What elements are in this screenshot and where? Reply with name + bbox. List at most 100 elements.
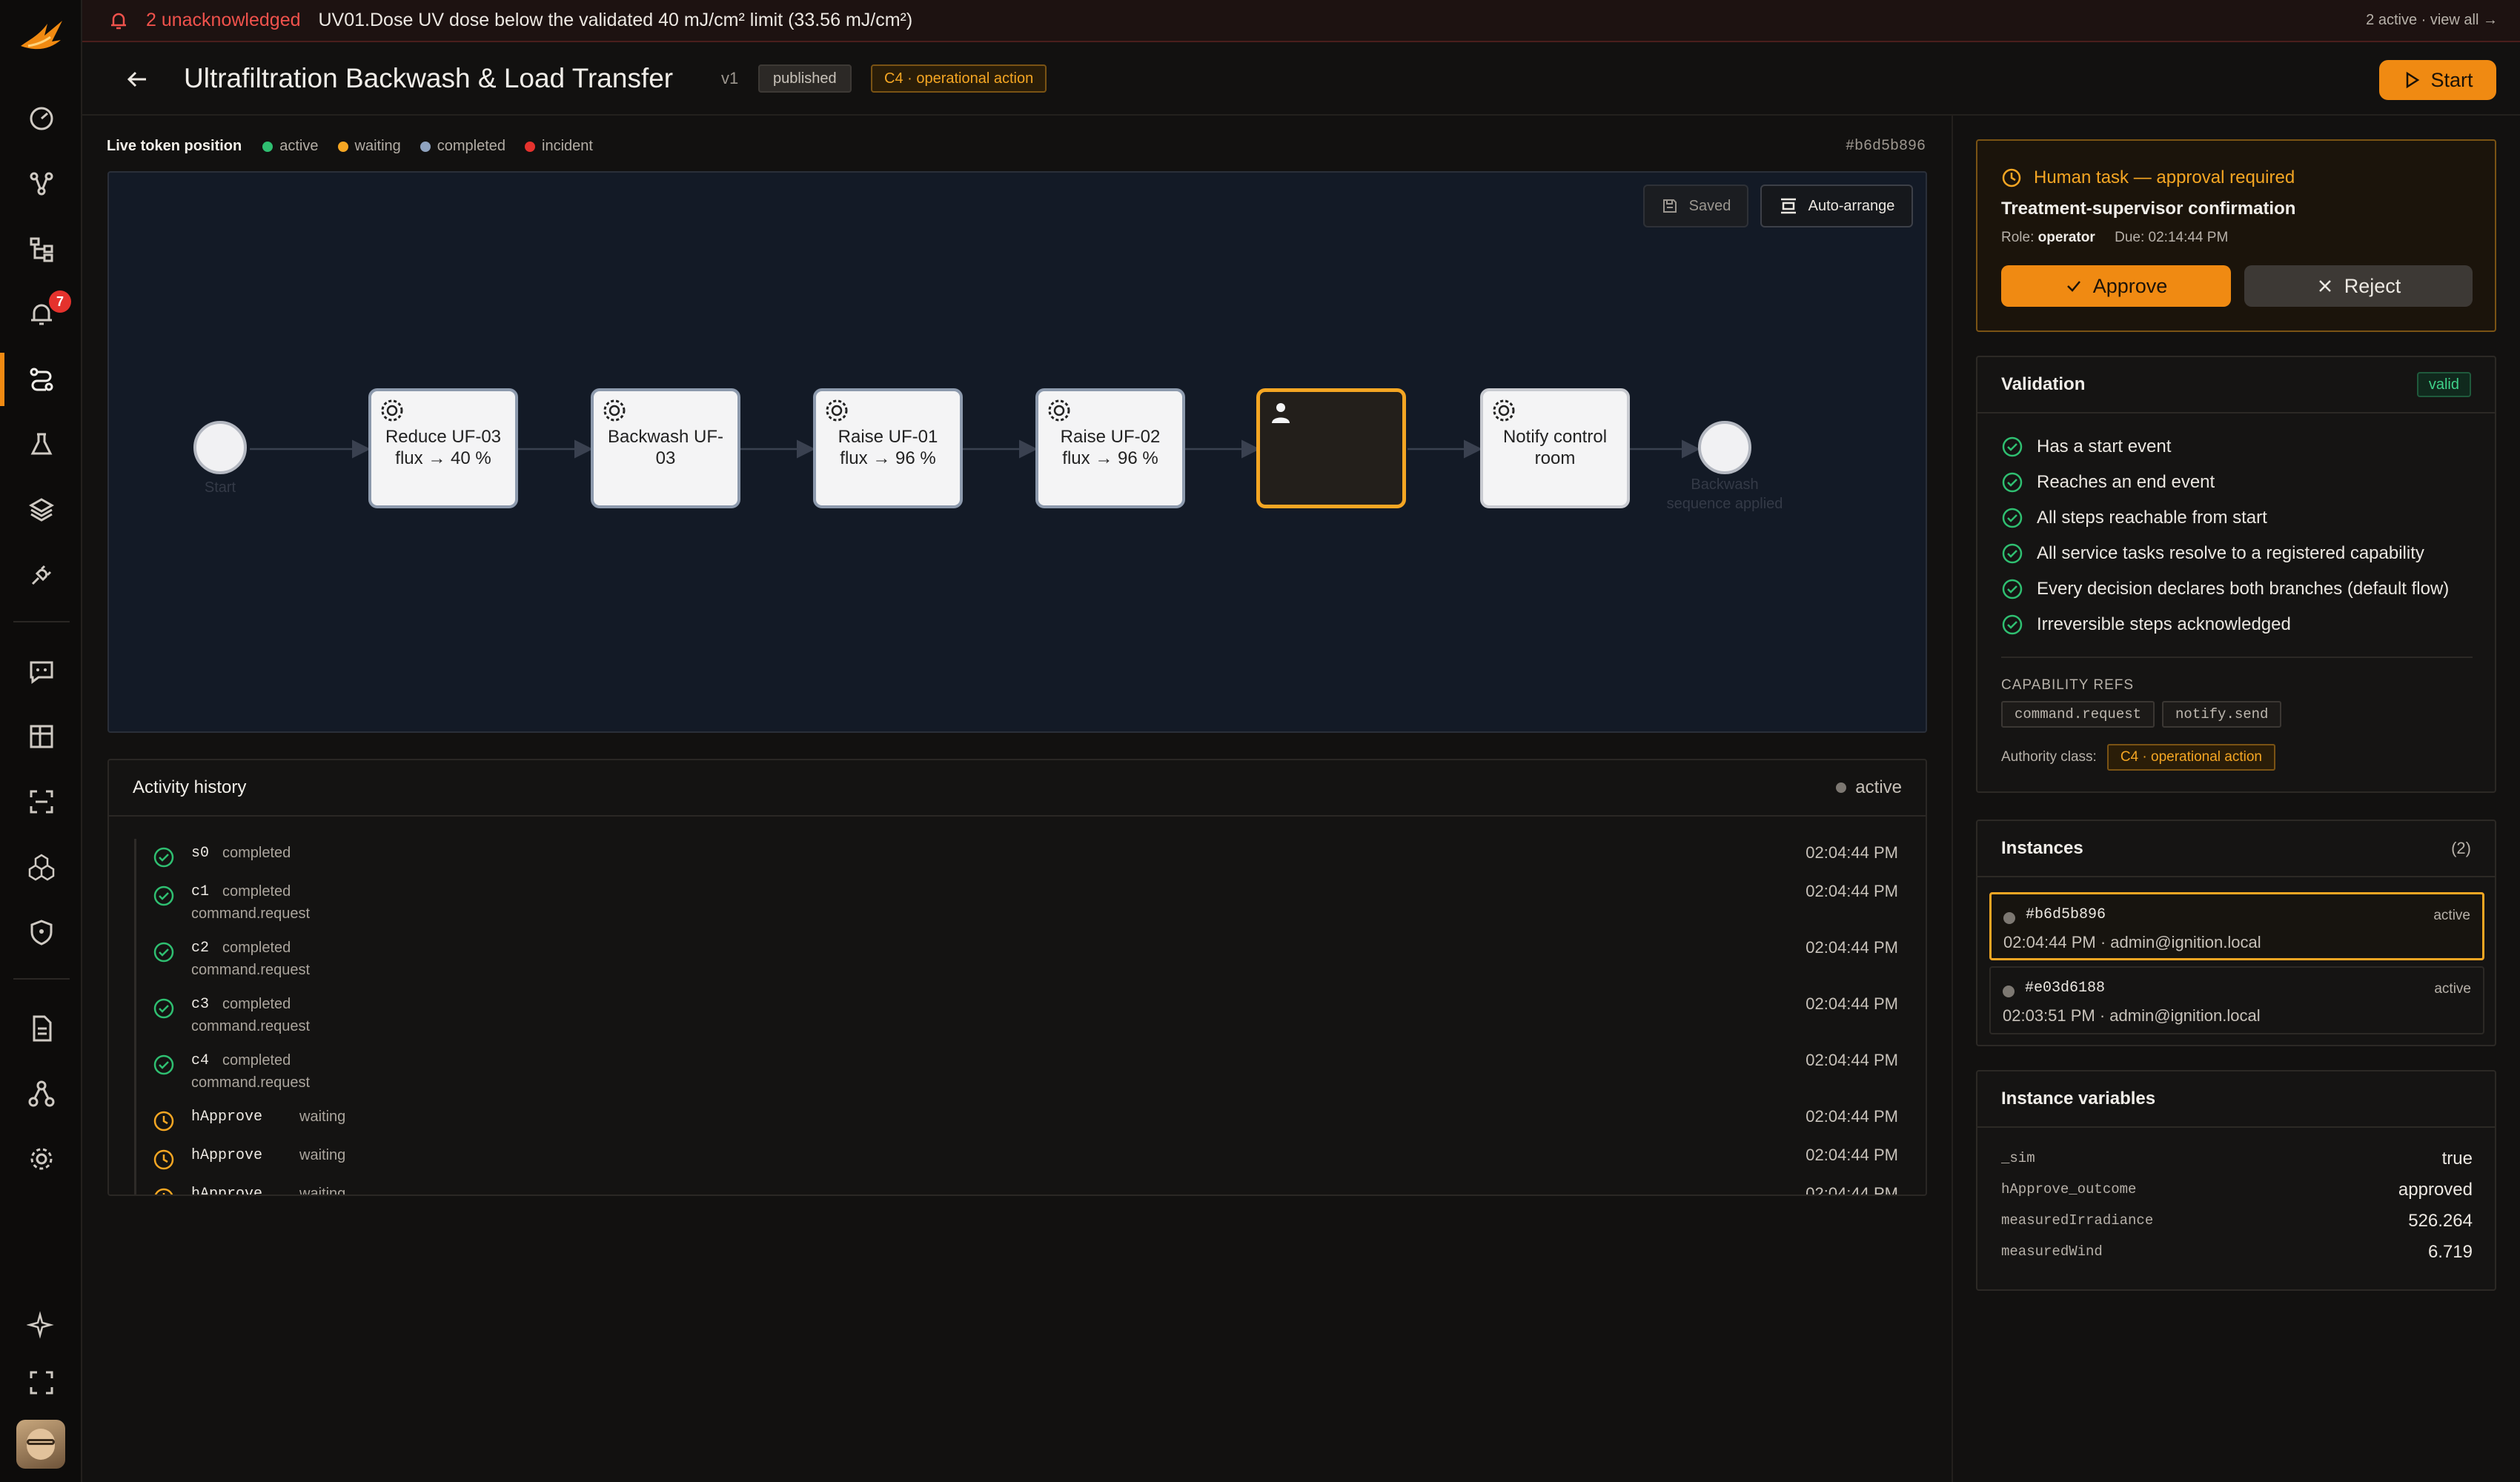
human-task-title: Human task — approval required xyxy=(2001,167,2295,188)
authority-class-label: Authority class: xyxy=(2001,749,2097,765)
task-label-line1: Notify control xyxy=(1502,427,1608,448)
activity-time: 02:04:44 PM xyxy=(1806,843,1898,862)
instance-row[interactable]: #e03d6188 active 02:03:51 PM · admin@ign… xyxy=(1989,966,2484,1034)
clock-icon xyxy=(153,1111,174,1132)
activity-step-status: completed xyxy=(222,1052,291,1069)
scan-icon[interactable] xyxy=(27,787,56,817)
capability-tag: notify.send xyxy=(2162,701,2282,728)
back-arrow-icon[interactable] xyxy=(124,66,150,93)
activity-step-id: c4 xyxy=(191,1052,210,1069)
instance-meta: 02:04:44 PM · admin@ignition.local xyxy=(2003,933,2261,951)
activity-step-id: hApprove xyxy=(191,1186,263,1196)
document-icon[interactable] xyxy=(27,1014,56,1043)
task-label-line1: Raise UF-02 xyxy=(1060,427,1161,448)
instance-hash: #b6d5b896 xyxy=(1846,138,1926,155)
activity-row: hApprove waiting 02:04:44 PM xyxy=(136,1141,1906,1180)
instances-count: (2) xyxy=(2451,839,2471,857)
activity-time: 02:04:44 PM xyxy=(1806,1107,1898,1126)
check-circle-icon xyxy=(2002,543,2023,564)
activity-step-status: completed xyxy=(222,845,291,861)
instance-row-selected[interactable]: #b6d5b896 active 02:04:44 PM · admin@ign… xyxy=(1989,892,2484,960)
network-icon[interactable] xyxy=(27,1079,56,1109)
capability-tag: command.request xyxy=(2001,701,2155,728)
activity-capability: command.request xyxy=(191,1018,311,1034)
workflow-icon[interactable] xyxy=(27,365,56,394)
instance-meta: 02:03:51 PM · admin@ignition.local xyxy=(2003,1006,2261,1025)
hierarchy-icon[interactable] xyxy=(27,234,56,264)
alert-banner[interactable]: 2 unacknowledged UV01.Dose UV dose below… xyxy=(82,0,2520,42)
activity-history-panel: Activity history active s0 completed 02:… xyxy=(107,759,1927,1196)
activity-row: hApprove waiting 02:04:44 PM xyxy=(136,1103,1906,1141)
graph-icon[interactable] xyxy=(27,169,56,199)
validation-check: Has a start event xyxy=(2001,436,2171,458)
gear-icon[interactable] xyxy=(27,1144,56,1174)
service-task-gear-icon xyxy=(826,399,848,422)
start-event[interactable] xyxy=(193,421,247,474)
flask-icon[interactable] xyxy=(27,430,56,459)
dashboard-icon[interactable] xyxy=(27,104,56,133)
variable-value: 6.719 xyxy=(2427,1242,2473,1262)
hexagons-icon[interactable] xyxy=(27,852,56,882)
valid-badge: valid xyxy=(2416,372,2471,397)
validation-check: All steps reachable from start xyxy=(2001,507,2267,529)
avatar[interactable] xyxy=(16,1420,65,1469)
validation-check: Reaches an end event xyxy=(2001,471,2215,494)
task-human-approval[interactable] xyxy=(1256,388,1406,508)
page-title: Ultrafiltration Backwash & Load Transfer xyxy=(184,63,674,93)
variable-row: measuredWind 6.719 xyxy=(2001,1239,2473,1269)
approve-label: Approve xyxy=(2092,274,2168,297)
approve-button[interactable]: Approve xyxy=(2001,265,2231,307)
app-root: 7 2 unacknowledged UV01.Dose UV dose bel… xyxy=(0,0,2520,1482)
task-reduce-uf03[interactable]: Reduce UF-03 flux → 40 % xyxy=(368,388,518,508)
variable-key: measuredWind xyxy=(2001,1243,2103,1260)
instances-title: Instances xyxy=(2001,838,2083,858)
task-label-line2: flux → 96 % xyxy=(1062,448,1158,468)
task-label-line1: Backwash UF- xyxy=(607,427,724,448)
page-header: Ultrafiltration Backwash & Load Transfer… xyxy=(82,42,2520,116)
legend-incident: incident xyxy=(525,138,593,155)
process-canvas[interactable]: Saved Auto-arrange Start Reduce UF-03 flu… xyxy=(107,171,1927,733)
variables-header: Instance variables xyxy=(1977,1071,2495,1128)
reject-label: Reject xyxy=(2344,274,2401,297)
validation-check: Irreversible steps acknowledged xyxy=(2001,614,2291,636)
validation-header: Validation valid xyxy=(1977,357,2495,413)
authority-class-badge: C4 · operational action xyxy=(2106,744,2275,771)
activity-time: 02:04:44 PM xyxy=(1806,1051,1898,1069)
task-notify-control-room[interactable]: Notify control room xyxy=(1480,388,1630,508)
version-label: v1 xyxy=(721,69,739,87)
service-task-gear-icon xyxy=(1048,399,1070,422)
human-task-card: Human task — approval required Treatment… xyxy=(1976,139,2496,332)
task-raise-uf02[interactable]: Raise UF-02 flux → 96 % xyxy=(1035,388,1185,508)
human-task-meta: Role: operator Due: 02:14:44 PM xyxy=(2001,230,2229,245)
task-raise-uf01[interactable]: Raise UF-01 flux → 96 % xyxy=(813,388,963,508)
variables-title: Instance variables xyxy=(2001,1089,2156,1109)
start-button[interactable]: Start xyxy=(2379,60,2496,100)
instance-id: #b6d5b896 xyxy=(2026,906,2106,923)
task-backwash-uf03[interactable]: Backwash UF- 03 xyxy=(591,388,740,508)
layers-icon[interactable] xyxy=(27,495,56,525)
activity-capability: command.request xyxy=(191,906,311,922)
shield-icon[interactable] xyxy=(27,917,56,947)
check-circle-icon xyxy=(2002,579,2023,599)
check-circle-icon xyxy=(153,1054,174,1075)
sparkle-icon[interactable] xyxy=(26,1310,56,1340)
variable-value: 526.264 xyxy=(2408,1211,2473,1231)
capability-refs: command.request notify.send xyxy=(2001,701,2282,728)
brand-logo-icon[interactable] xyxy=(18,16,65,58)
service-task-gear-icon xyxy=(381,399,403,422)
grid-icon[interactable] xyxy=(27,722,56,751)
task-label-line2: 03 xyxy=(655,448,676,468)
variable-row: measuredIrradiance 526.264 xyxy=(2001,1208,2473,1237)
chat-icon[interactable] xyxy=(27,657,56,686)
fullscreen-icon[interactable] xyxy=(27,1368,56,1398)
task-label-line2: flux → 40 % xyxy=(395,448,491,468)
instance-id: #e03d6188 xyxy=(2025,980,2106,997)
clock-icon xyxy=(154,1188,173,1194)
reject-button[interactable]: Reject xyxy=(2244,265,2473,307)
end-event[interactable] xyxy=(1698,421,1751,474)
activity-list[interactable]: s0 completed 02:04:44 PM c1 completed co… xyxy=(134,839,1906,1196)
alert-view-all-link[interactable]: 2 active · view all → xyxy=(2366,12,2498,29)
plug-icon[interactable] xyxy=(27,560,56,590)
variable-row: hApprove_outcome approved xyxy=(2001,1177,2473,1206)
human-task-title-text: Human task — approval required xyxy=(2034,167,2295,187)
